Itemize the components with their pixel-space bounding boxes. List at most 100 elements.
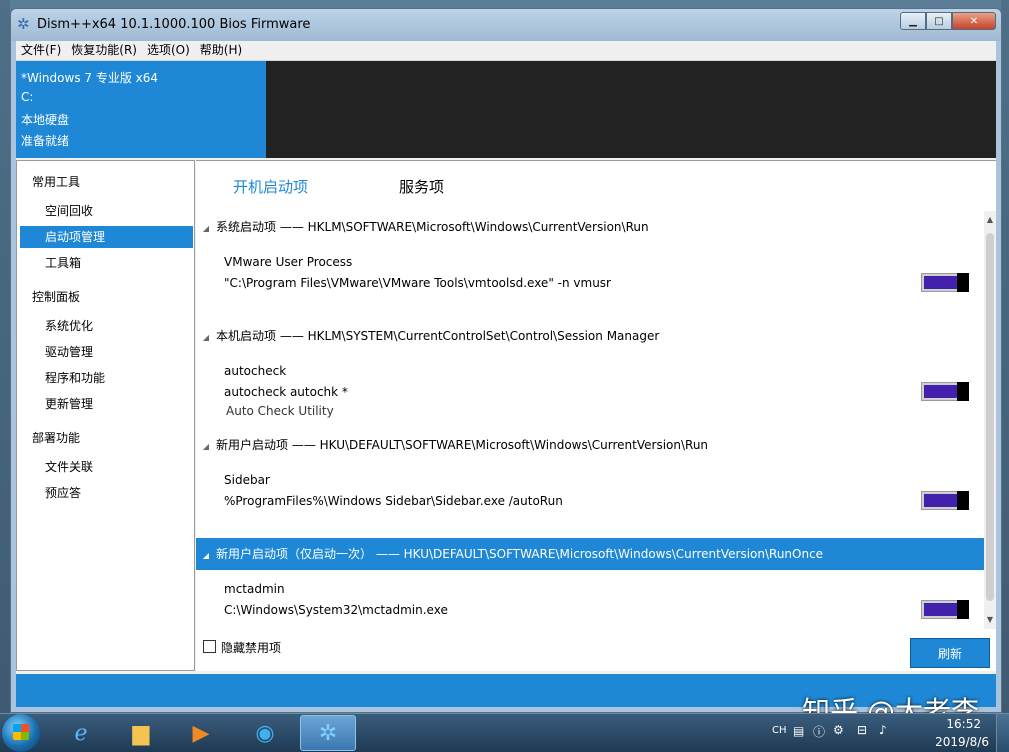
sidebar-item-unattend[interactable]: 预应答 bbox=[20, 482, 193, 504]
settings-icon[interactable]: ⚙ bbox=[833, 723, 844, 737]
entry-name: autocheck bbox=[224, 364, 287, 378]
collapse-triangle-icon: ◢ bbox=[202, 442, 210, 451]
enable-toggle[interactable] bbox=[921, 600, 969, 619]
taskbar: ℯ ▆ ▶ ◉ ✲ CH ▤ ⓘ ⚙ ⊟ ♪ 16:52 2019/8/6 bbox=[0, 713, 1009, 752]
tab-startup-items[interactable]: 开机启动项 bbox=[233, 176, 308, 197]
sidebar-item-file-association[interactable]: 文件关联 bbox=[20, 456, 193, 478]
main-panel: 开机启动项 服务项 ◢ 系统启动项 —— HKLM\SOFTWARE\Micros… bbox=[196, 160, 996, 671]
menu-restore[interactable]: 恢复功能(R) bbox=[66, 41, 142, 60]
toggle-fill bbox=[924, 385, 958, 398]
keyboard-icon[interactable]: ▤ bbox=[793, 724, 804, 738]
menu-file[interactable]: 文件(F) bbox=[16, 41, 66, 60]
taskbar-media-player[interactable]: ▶ bbox=[173, 715, 229, 751]
section-title: 新用户启动项（仅启动一次） —— HKU\DEFAULT\SOFTWARE\Mi… bbox=[216, 547, 824, 561]
toggle-fill bbox=[924, 494, 958, 507]
desktop-background-right bbox=[1001, 0, 1009, 751]
taskbar-internet-explorer[interactable]: ℯ bbox=[53, 715, 109, 751]
section-title: 新用户启动项 —— HKU\DEFAULT\SOFTWARE\Microsoft… bbox=[216, 438, 709, 452]
section-header-default-user-run[interactable]: ◢ 新用户启动项 —— HKU\DEFAULT\SOFTWARE\Microsof… bbox=[196, 429, 984, 461]
nav-group-control-panel: 控制面板 bbox=[32, 290, 81, 304]
menu-options[interactable]: 选项(O) bbox=[142, 41, 195, 60]
sidebar-item-programs[interactable]: 程序和功能 bbox=[20, 367, 193, 389]
scroll-down-icon[interactable]: ▼ bbox=[984, 613, 996, 627]
sidebar-item-update-manager[interactable]: 更新管理 bbox=[20, 393, 193, 415]
drive-letter: C: bbox=[21, 90, 34, 104]
taskbar-dism[interactable]: ✲ bbox=[300, 715, 356, 751]
vertical-scrollbar[interactable]: ▲ ▼ bbox=[984, 211, 996, 629]
help-icon[interactable]: ⓘ bbox=[813, 723, 825, 740]
maximize-button[interactable]: □ bbox=[926, 12, 952, 30]
entry-name: mctadmin bbox=[224, 582, 285, 596]
client-area: 文件(F) 恢复功能(R) 选项(O) 帮助(H) *Windows 7 专业版… bbox=[16, 41, 996, 707]
hide-disabled-label[interactable]: 隐藏禁用项 bbox=[221, 639, 281, 656]
folder-icon: ▆ bbox=[132, 720, 150, 746]
gear-icon: ✲ bbox=[17, 15, 30, 33]
minimize-icon: ▁ bbox=[909, 15, 917, 27]
language-indicator[interactable]: CH bbox=[772, 725, 787, 736]
internet-explorer-icon: ℯ bbox=[74, 720, 88, 746]
section-header-session-manager[interactable]: ◢ 本机启动项 —— HKLM\SYSTEM\CurrentControlSet\… bbox=[196, 320, 984, 352]
section-header-default-user-runonce[interactable]: ◢ 新用户启动项（仅启动一次） —— HKU\DEFAULT\SOFTWARE\M… bbox=[196, 538, 984, 570]
window-controls: ▁ □ ✕ bbox=[900, 12, 996, 30]
enable-toggle[interactable] bbox=[921, 273, 969, 292]
close-icon: ✕ bbox=[969, 15, 979, 27]
enable-toggle[interactable] bbox=[921, 491, 969, 510]
volume-icon[interactable]: ♪ bbox=[879, 723, 887, 737]
nav-group-deployment: 部署功能 bbox=[32, 431, 81, 445]
os-name: *Windows 7 专业版 x64 bbox=[21, 71, 159, 85]
entry-description: Auto Check Utility bbox=[226, 404, 334, 418]
collapse-triangle-icon: ◢ bbox=[202, 333, 210, 342]
hide-disabled-checkbox[interactable] bbox=[203, 640, 216, 653]
menu-help[interactable]: 帮助(H) bbox=[195, 41, 247, 60]
nav-group-common-tools: 常用工具 bbox=[32, 175, 81, 189]
toggle-knob bbox=[957, 491, 969, 510]
dism-gear-icon: ✲ bbox=[318, 720, 338, 746]
taskbar-browser[interactable]: ◉ bbox=[237, 715, 293, 751]
enable-toggle[interactable] bbox=[921, 382, 969, 401]
system-info-panel[interactable]: *Windows 7 专业版 x64 C: 本地硬盘 准备就绪 bbox=[16, 61, 266, 158]
scroll-thumb[interactable] bbox=[986, 233, 994, 601]
network-icon[interactable]: ⊟ bbox=[857, 723, 867, 737]
menu-bar: 文件(F) 恢复功能(R) 选项(O) 帮助(H) bbox=[16, 41, 996, 61]
entry-command: %ProgramFiles%\Windows Sidebar\Sidebar.e… bbox=[224, 494, 563, 508]
collapse-triangle-icon: ◢ bbox=[202, 551, 210, 560]
browser-icon: ◉ bbox=[255, 720, 275, 746]
toggle-knob bbox=[957, 600, 969, 619]
tab-services[interactable]: 服务项 bbox=[399, 176, 444, 197]
desktop-background-left bbox=[0, 0, 10, 751]
refresh-button[interactable]: 刷新 bbox=[910, 638, 990, 668]
sidebar-item-space-cleanup[interactable]: 空间回收 bbox=[20, 200, 193, 222]
media-player-icon: ▶ bbox=[192, 720, 210, 746]
sidebar-item-driver-manager[interactable]: 驱动管理 bbox=[20, 341, 193, 363]
title-bar[interactable]: ✲ Dism++x64 10.1.1000.100 Bios Firmware … bbox=[11, 9, 1001, 41]
sidebar-item-toolbox[interactable]: 工具箱 bbox=[20, 252, 193, 274]
taskbar-explorer[interactable]: ▆ bbox=[113, 715, 169, 751]
scroll-up-icon[interactable]: ▲ bbox=[984, 213, 996, 227]
toggle-fill bbox=[924, 603, 958, 616]
startup-list: ◢ 系统启动项 —— HKLM\SOFTWARE\Microsoft\Window… bbox=[196, 211, 984, 631]
toggle-knob bbox=[957, 382, 969, 401]
windows-logo-icon bbox=[13, 724, 29, 740]
system-tray: CH ▤ ⓘ ⚙ ⊟ ♪ 16:52 2019/8/6 bbox=[769, 714, 1009, 752]
sidebar-item-system-optimize[interactable]: 系统优化 bbox=[20, 315, 193, 337]
section-title: 本机启动项 —— HKLM\SYSTEM\CurrentControlSet\C… bbox=[216, 329, 660, 343]
disk-type: 本地硬盘 bbox=[21, 113, 70, 127]
clock-date[interactable]: 2019/8/6 bbox=[935, 735, 989, 749]
maximize-icon: □ bbox=[934, 15, 944, 27]
section-header-system-run[interactable]: ◢ 系统启动项 —— HKLM\SOFTWARE\Microsoft\Window… bbox=[196, 211, 984, 243]
toggle-knob bbox=[957, 273, 969, 292]
entry-name: Sidebar bbox=[224, 473, 270, 487]
app-window: ✲ Dism++x64 10.1.1000.100 Bios Firmware … bbox=[10, 8, 1002, 713]
show-desktop-button[interactable] bbox=[996, 714, 1009, 752]
collapse-triangle-icon: ◢ bbox=[202, 224, 210, 233]
start-button[interactable] bbox=[2, 714, 40, 752]
section-title: 系统启动项 —— HKLM\SOFTWARE\Microsoft\Windows… bbox=[216, 220, 649, 234]
close-button[interactable]: ✕ bbox=[952, 12, 996, 30]
clock-time[interactable]: 16:52 bbox=[946, 717, 981, 731]
entry-command: autocheck autochk * bbox=[224, 385, 348, 399]
sidebar-item-startup-manager[interactable]: 启动项管理 bbox=[20, 226, 193, 248]
image-list-panel bbox=[266, 61, 996, 158]
entry-command: C:\Windows\System32\mctadmin.exe bbox=[224, 603, 448, 617]
minimize-button[interactable]: ▁ bbox=[900, 12, 926, 30]
entry-command: "C:\Program Files\VMware\VMware Tools\vm… bbox=[224, 276, 611, 290]
